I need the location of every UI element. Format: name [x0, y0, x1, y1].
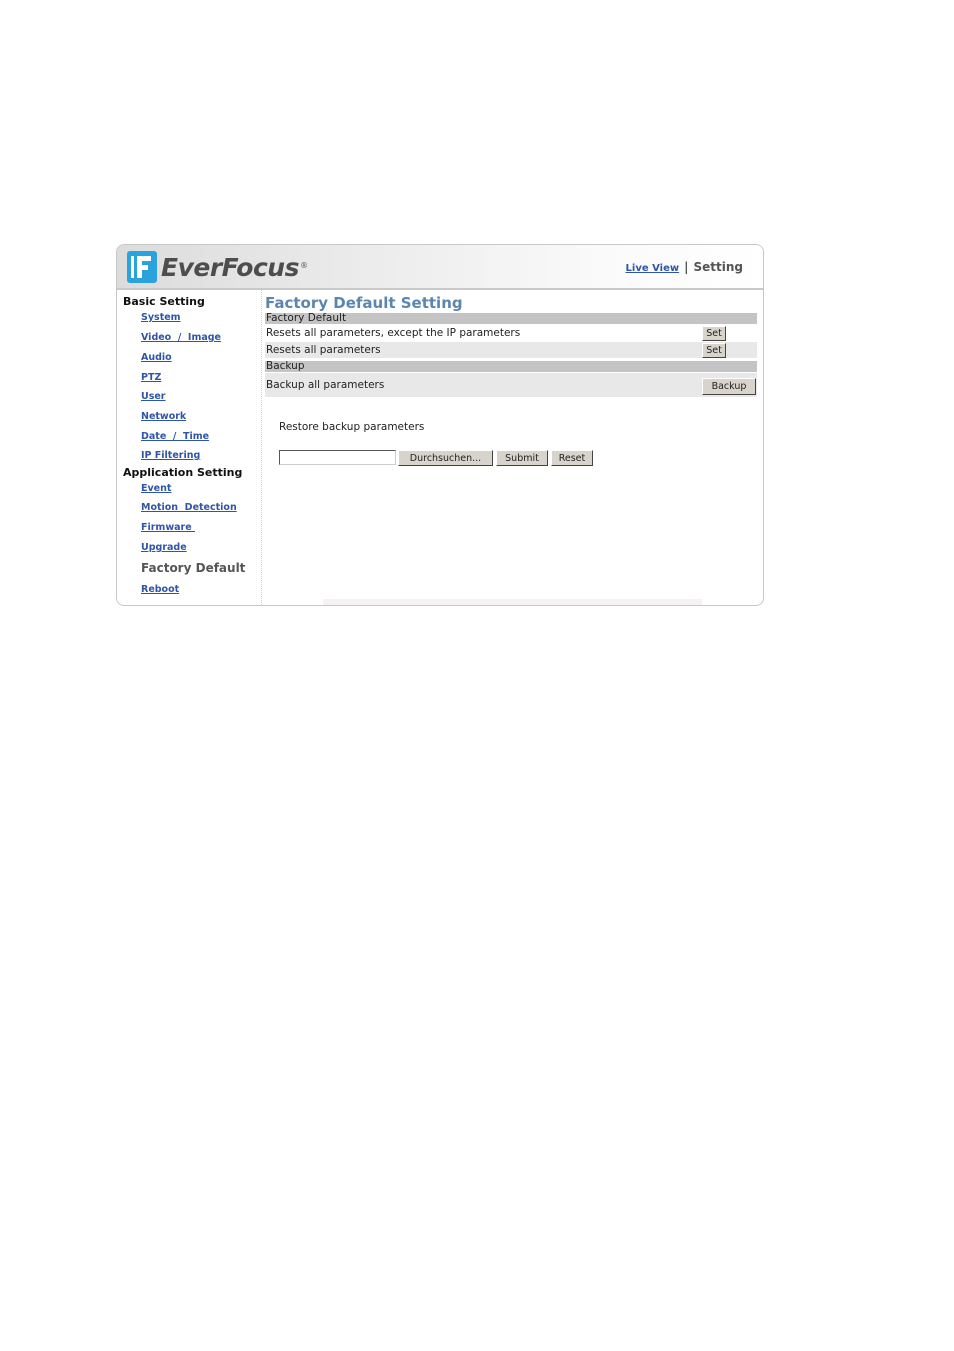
sidebar-item-user[interactable]: User	[141, 391, 166, 402]
sidebar: Basic Setting System Video / Image Audio…	[117, 290, 262, 605]
camera-settings-window: EverFocus ® Live View | Setting Basic Sett…	[116, 244, 764, 606]
set-reset-all-button[interactable]: Set	[702, 343, 726, 358]
sidebar-item-motion-detection[interactable]: Motion Detection	[141, 502, 237, 513]
submit-button[interactable]: Submit	[496, 450, 548, 466]
sidebar-item-audio[interactable]: Audio	[141, 352, 172, 363]
reset-except-ip-row: Resets all parameters, except the IP par…	[265, 325, 757, 341]
backup-button[interactable]: Backup	[702, 378, 756, 395]
sidebar-item-date-time[interactable]: Date / Time	[141, 431, 209, 442]
sidebar-item-network[interactable]: Network	[141, 411, 186, 422]
registered-mark: ®	[299, 260, 308, 270]
reset-all-row: Resets all parameters	[265, 342, 757, 358]
sidebar-item-video-image[interactable]: Video / Image	[141, 332, 221, 343]
horizontal-scrollbar[interactable]	[323, 599, 702, 605]
reset-except-ip-label: Resets all parameters, except the IP par…	[266, 327, 521, 339]
sidebar-item-upgrade[interactable]: Upgrade	[141, 542, 187, 553]
browse-button[interactable]: Durchsuchen...	[398, 450, 493, 466]
sidebar-item-ip-filtering[interactable]: IP Filtering	[141, 450, 200, 461]
application-setting-heading: Application Setting	[123, 466, 243, 479]
live-view-link[interactable]: Live View	[626, 263, 680, 274]
nav-separator: |	[684, 260, 689, 274]
backup-section-header: Backup	[265, 361, 757, 372]
reset-all-label: Resets all parameters	[266, 344, 381, 356]
header-bar: EverFocus ® Live View | Setting	[117, 245, 763, 290]
set-reset-except-ip-button[interactable]: Set	[702, 326, 726, 341]
sidebar-item-system[interactable]: System	[141, 312, 181, 323]
brand-name: EverFocus	[161, 252, 299, 282]
everfocus-logo-icon	[127, 251, 157, 283]
sidebar-item-firmware[interactable]: Firmware	[141, 522, 195, 533]
backup-all-label: Backup all parameters	[266, 379, 385, 391]
sidebar-item-factory-default: Factory Default	[141, 561, 246, 575]
sidebar-item-ptz[interactable]: PTZ	[141, 372, 161, 383]
everfocus-logo: EverFocus ®	[127, 250, 308, 284]
sidebar-item-reboot[interactable]: Reboot	[141, 584, 179, 595]
page-title: Factory Default Setting	[265, 294, 463, 312]
main-content: Factory Default Setting Factory Default …	[263, 290, 757, 605]
sidebar-item-event[interactable]: Event	[141, 483, 171, 494]
top-nav: Live View | Setting	[626, 260, 743, 274]
factory-default-section-header: Factory Default	[265, 313, 757, 324]
restore-file-input[interactable]	[279, 450, 396, 465]
backup-all-row: Backup all parameters	[265, 373, 757, 397]
reset-button[interactable]: Reset	[551, 450, 593, 466]
setting-current: Setting	[693, 260, 744, 274]
restore-backup-label: Restore backup parameters	[279, 421, 425, 433]
basic-setting-heading: Basic Setting	[123, 295, 205, 308]
